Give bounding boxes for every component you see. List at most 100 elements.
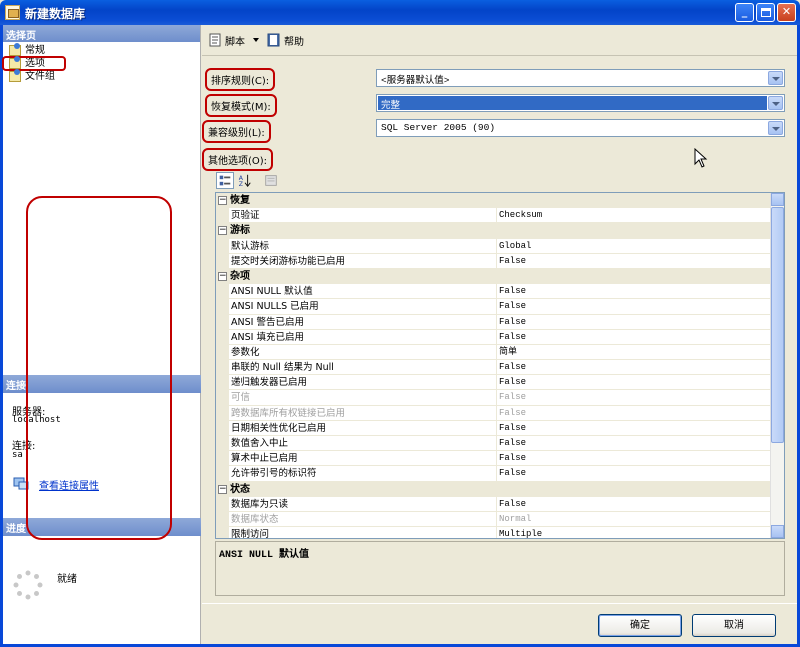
close-button[interactable]: ✕ [777, 3, 796, 22]
maximize-button[interactable] [756, 3, 775, 22]
grid-property-row[interactable]: 提交时关闭游标功能已启用 False [216, 253, 772, 269]
categorized-icon[interactable] [216, 172, 234, 189]
page-item-filegroups[interactable]: 文件组 [3, 69, 200, 83]
left-panel: 选择页 常规 选项 文件组 连接 服务器: localhost 连接: sa 查… [2, 25, 201, 644]
property-value[interactable]: Normal [496, 511, 770, 527]
pages-header: 选择页 [3, 25, 200, 42]
page-item-label: 常规 [25, 45, 45, 56]
property-value[interactable]: Multiple [496, 527, 770, 538]
view-connection-properties-link[interactable]: 查看连接属性 [39, 477, 99, 492]
collation-value: <服务器默认值> [381, 75, 450, 86]
page-item-label: 选项 [25, 58, 45, 69]
page-item-options[interactable]: 选项 [2, 56, 66, 71]
grid-property-row[interactable]: 递归触发器已启用 False [216, 375, 772, 391]
property-value[interactable]: False [496, 496, 770, 511]
compatibility-level-label: 兼容级别(L): [202, 120, 271, 143]
alphabetical-icon[interactable]: A Z [236, 172, 254, 189]
ok-button[interactable]: 确定 [598, 614, 682, 637]
property-value[interactable]: False [496, 375, 770, 390]
property-value[interactable]: False [496, 314, 770, 329]
property-value[interactable]: False [496, 451, 770, 466]
collapse-icon[interactable]: − [218, 484, 227, 494]
grid-property-row[interactable]: 数据库状态 Normal [216, 511, 772, 528]
grid-property-row[interactable]: 日期相关性优化已启用 False [216, 420, 772, 436]
chevron-down-icon[interactable] [768, 96, 783, 110]
svg-text:Z: Z [239, 181, 243, 188]
scroll-down-icon[interactable] [771, 525, 784, 538]
chevron-down-icon[interactable] [253, 38, 259, 42]
grid-property-row[interactable]: ANSI 警告已启用 False [216, 314, 772, 330]
right-panel: 脚本 帮助 排序规则(C): <服务器默认值> 恢复模式(M): 完整 兼容级别… [202, 25, 797, 603]
property-name: 限制访问 [231, 529, 270, 539]
scrollbar-thumb[interactable] [771, 207, 784, 443]
chevron-down-icon[interactable] [768, 121, 783, 135]
progress-status: 就绪 [57, 574, 77, 585]
scroll-up-icon[interactable] [771, 193, 784, 206]
grid-category[interactable]: − 杂项 [216, 268, 772, 285]
property-name: 默认游标 [231, 240, 270, 252]
property-name: 递归触发器已启用 [231, 377, 308, 389]
collapse-icon[interactable]: − [218, 226, 227, 236]
grid-property-row[interactable]: 参数化 简单 [216, 344, 772, 361]
help-button[interactable]: 帮助 [284, 33, 304, 48]
grid-property-row[interactable]: 算术中止已启用 False [216, 451, 772, 467]
property-value[interactable]: False [496, 436, 770, 451]
property-grid-scrollbar[interactable] [770, 193, 784, 538]
grid-category[interactable]: − 恢复 [216, 193, 772, 209]
property-name: 数据库状态 [231, 513, 279, 525]
property-name: 数据库为只读 [231, 498, 289, 510]
category-name: 游标 [230, 225, 250, 237]
chevron-down-icon[interactable] [768, 71, 783, 85]
grid-property-row[interactable]: 跨数据库所有权链接已启用 False [216, 405, 772, 421]
minimize-button[interactable]: _ [735, 3, 754, 22]
property-value[interactable]: False [496, 390, 770, 405]
grid-category[interactable]: − 游标 [216, 223, 772, 239]
connection-header: 连接 [3, 375, 201, 393]
grid-property-row[interactable]: 数据库为只读 False [216, 496, 772, 512]
property-value[interactable]: False [496, 253, 770, 268]
cancel-button[interactable]: 取消 [692, 614, 776, 637]
grid-property-row[interactable]: 允许带引号的标识符 False [216, 466, 772, 482]
collation-label: 排序规则(C): [205, 68, 276, 91]
property-name: 参数化 [231, 346, 260, 358]
compatibility-level-select[interactable]: SQL Server 2005 (90) [376, 119, 785, 137]
progress-spinner-icon [13, 570, 43, 600]
property-value[interactable]: False [496, 299, 770, 314]
property-value[interactable]: Checksum [496, 208, 770, 223]
property-name: 可信 [231, 392, 251, 404]
collation-select[interactable]: <服务器默认值> [376, 69, 785, 87]
window-title: 新建数据库 [25, 7, 86, 21]
connection-value: sa [12, 450, 23, 460]
grid-property-row[interactable]: 限制访问 Multiple [216, 527, 772, 539]
grid-property-row[interactable]: ANSI 填充已启用 False [216, 329, 772, 345]
property-value[interactable]: 简单 [496, 344, 770, 360]
collapse-icon[interactable]: − [218, 271, 227, 281]
grid-property-row[interactable]: 可信 False [216, 390, 772, 406]
grid-category[interactable]: − 状态 [216, 481, 772, 497]
property-value[interactable]: False [496, 284, 770, 299]
grid-property-row[interactable]: 页验证 Checksum [216, 208, 772, 224]
category-name: 恢复 [230, 195, 250, 206]
server-value: localhost [12, 415, 61, 425]
property-value[interactable]: False [496, 360, 770, 375]
grid-property-row[interactable]: 串联的 Null 结果为 Null False [216, 360, 772, 376]
property-pages-icon[interactable] [262, 172, 280, 189]
property-name: 串联的 Null 结果为 Null [231, 362, 334, 374]
maximize-icon [760, 8, 771, 17]
recovery-model-select[interactable]: 完整 [376, 94, 785, 112]
grid-property-row[interactable]: ANSI NULLS 已启用 False [216, 299, 772, 315]
property-value[interactable]: False [496, 466, 770, 481]
property-value[interactable]: Global [496, 238, 770, 253]
category-name: 杂项 [230, 270, 250, 282]
grid-property-row[interactable]: 数值舍入中止 False [216, 436, 772, 452]
grid-property-row[interactable]: 默认游标 Global [216, 238, 772, 254]
property-value[interactable]: False [496, 405, 770, 420]
page-item-general[interactable]: 常规 [3, 43, 200, 57]
other-options-label: 其他选项(O): [202, 148, 274, 171]
connection-properties-icon [13, 477, 29, 490]
grid-property-row[interactable]: ANSI NULL 默认值 False [216, 284, 772, 300]
collapse-icon[interactable]: − [218, 196, 227, 205]
script-button[interactable]: 脚本 [225, 33, 245, 48]
property-value[interactable]: False [496, 420, 770, 435]
property-value[interactable]: False [496, 329, 770, 344]
